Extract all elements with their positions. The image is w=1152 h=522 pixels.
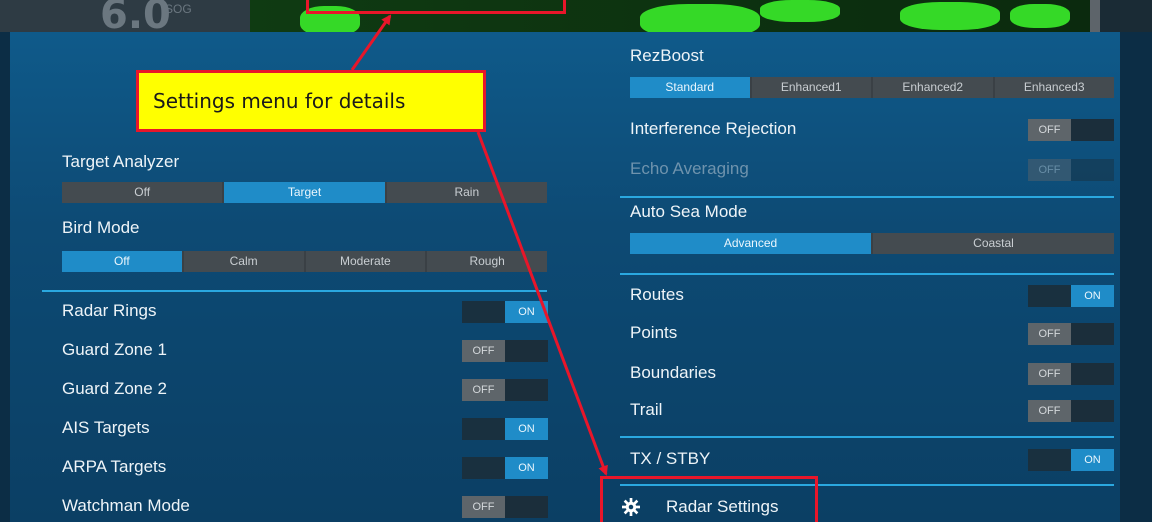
arpa-targets-toggle[interactable]: ON [462, 457, 548, 479]
target-analyzer-option-off[interactable]: Off [62, 182, 225, 203]
bird-mode-segmented-control: Off Calm Moderate Rough [62, 251, 547, 272]
sog-readout: 6.0 SOG [100, 0, 250, 38]
tx-stby-label: TX / STBY [630, 449, 711, 468]
rezboost-segmented-control: Standard Enhanced1 Enhanced2 Enhanced3 [630, 77, 1114, 98]
trail-toggle[interactable]: OFF [1028, 400, 1114, 422]
rezboost-option-enhanced1[interactable]: Enhanced1 [751, 77, 873, 98]
boundaries-label: Boundaries [630, 363, 717, 382]
radar-rings-label: Radar Rings [62, 301, 157, 320]
radar-rings-toggle[interactable]: ON [462, 301, 548, 323]
auto-sea-mode-segmented-control: Advanced Coastal [630, 233, 1114, 254]
ais-targets-label: AIS Targets [62, 418, 150, 437]
trail-label: Trail [630, 400, 663, 419]
right-divider-2 [620, 273, 1114, 275]
watchman-mode-row[interactable]: Watchman Mode OFF [62, 489, 548, 522]
auto-sea-mode-option-coastal[interactable]: Coastal [873, 233, 1114, 254]
routes-row[interactable]: Routes ON [630, 278, 1114, 314]
echo-averaging-toggle: OFF [1028, 159, 1114, 181]
rezboost-option-enhanced3[interactable]: Enhanced3 [994, 77, 1114, 98]
right-divider-3 [620, 436, 1114, 438]
boundaries-row[interactable]: Boundaries OFF [630, 356, 1114, 392]
watchman-mode-toggle[interactable]: OFF [462, 496, 548, 518]
guard-zone-1-row[interactable]: Guard Zone 1 OFF [62, 333, 548, 369]
bird-mode-title: Bird Mode [62, 218, 140, 237]
arpa-targets-label: ARPA Targets [62, 457, 167, 476]
routes-label: Routes [630, 285, 684, 304]
target-analyzer-segmented-control: Off Target Rain [62, 182, 547, 203]
ais-targets-row[interactable]: AIS Targets ON [62, 411, 548, 447]
radar-rings-row[interactable]: Radar Rings ON [62, 294, 548, 330]
interference-rejection-label: Interference Rejection [630, 119, 797, 138]
tx-stby-row[interactable]: TX / STBY ON [630, 442, 1114, 478]
radar-settings-highlight-box [600, 476, 818, 522]
bird-mode-option-moderate[interactable]: Moderate [305, 251, 428, 272]
guard-zone-2-row[interactable]: Guard Zone 2 OFF [62, 372, 548, 408]
target-analyzer-option-target[interactable]: Target [224, 182, 387, 203]
points-row[interactable]: Points OFF [630, 316, 1114, 352]
left-toggle-list: Radar Rings ON Guard Zone 1 OFF Guard Zo… [62, 294, 548, 522]
arpa-targets-row[interactable]: ARPA Targets ON [62, 450, 548, 486]
bird-mode-option-rough[interactable]: Rough [427, 251, 547, 272]
points-toggle[interactable]: OFF [1028, 323, 1114, 345]
right-divider-1 [620, 196, 1114, 198]
callout-box: Settings menu for details [136, 70, 486, 132]
auto-sea-mode-title: Auto Sea Mode [630, 202, 748, 221]
rezboost-option-standard[interactable]: Standard [630, 77, 752, 98]
interference-rejection-toggle[interactable]: OFF [1028, 119, 1114, 141]
top-highlight-box [306, 0, 566, 14]
target-analyzer-title: Target Analyzer [62, 152, 180, 171]
bird-mode-option-calm[interactable]: Calm [183, 251, 306, 272]
boundaries-toggle[interactable]: OFF [1028, 363, 1114, 385]
right-settings-column: RezBoost Standard Enhanced1 Enhanced2 En… [620, 32, 1114, 522]
guard-zone-1-toggle[interactable]: OFF [462, 340, 548, 362]
guard-zone-1-label: Guard Zone 1 [62, 340, 167, 359]
sog-label: SOG [165, 2, 192, 16]
watchman-mode-label: Watchman Mode [62, 496, 190, 515]
guard-zone-2-toggle[interactable]: OFF [462, 379, 548, 401]
interference-rejection-row[interactable]: Interference Rejection OFF [630, 112, 1114, 148]
left-divider [42, 290, 547, 292]
trail-row[interactable]: Trail OFF [630, 393, 1114, 429]
ais-targets-toggle[interactable]: ON [462, 418, 548, 440]
points-label: Points [630, 323, 678, 342]
routes-toggle[interactable]: ON [1028, 285, 1114, 307]
auto-sea-mode-option-advanced[interactable]: Advanced [630, 233, 873, 254]
target-analyzer-option-rain[interactable]: Rain [386, 182, 547, 203]
echo-averaging-label: Echo Averaging [630, 159, 749, 178]
rezboost-title: RezBoost [630, 46, 704, 65]
guard-zone-2-label: Guard Zone 2 [62, 379, 167, 398]
tx-stby-toggle[interactable]: ON [1028, 449, 1114, 471]
rezboost-option-enhanced2[interactable]: Enhanced2 [873, 77, 995, 98]
echo-averaging-row: Echo Averaging OFF [630, 152, 1114, 188]
bird-mode-option-off[interactable]: Off [62, 251, 184, 272]
